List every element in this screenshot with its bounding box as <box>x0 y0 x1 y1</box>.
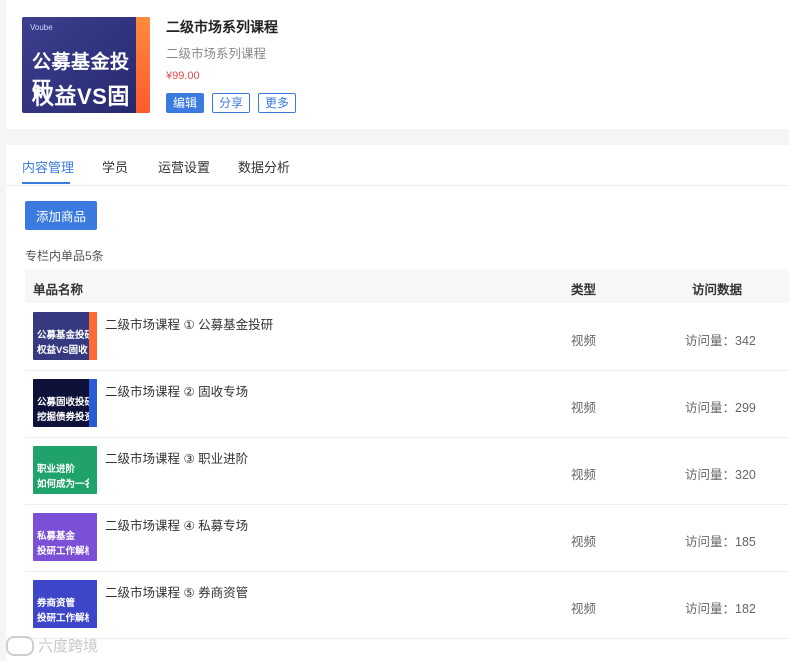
item-count: 专栏内单品5条 <box>25 249 104 263</box>
row-visits: 访问量：182 <box>685 602 756 616</box>
column-header-type: 类型 <box>571 283 597 297</box>
row-visits: 访问量：185 <box>685 535 756 549</box>
row-title[interactable]: 二级市场课程 ① 公募基金投研 <box>105 314 273 333</box>
row-thumbnail[interactable]: 券商资管投研工作解析 <box>33 580 97 628</box>
thumbnail-line1: 私募基金 <box>37 531 76 542</box>
row-title[interactable]: 二级市场课程 ② 固收专场 <box>105 381 248 400</box>
table-row[interactable]: 私募基金 投研工作解析 二级市场课程 ④ 私募专场 视频 访问量：185 <box>25 504 789 572</box>
thumbnail-line2: 如何成为一名基金经理 <box>37 479 97 490</box>
thumbnail-line2: 投研工作解析 <box>37 546 95 557</box>
thumbnail-line2: 权益VS固收 <box>37 345 88 356</box>
row-thumbnail[interactable]: 职业进阶如何成为一名基金经理 <box>33 446 97 494</box>
row-type: 视频 <box>571 535 597 549</box>
thumbnail-accent <box>89 580 97 628</box>
row-thumbnail[interactable]: 私募基金投研工作解析 <box>33 513 97 561</box>
row-thumbnail[interactable]: 公募基金投研 权益VS固收 <box>33 312 97 360</box>
row-type: 视频 <box>571 401 597 415</box>
tab-data-analysis[interactable]: 数据分析 <box>238 157 290 176</box>
more-button[interactable]: 更多 <box>258 93 297 113</box>
tab-content-management[interactable]: 内容管理 <box>22 157 74 176</box>
tab-bar: 内容管理 学员 运营设置 数据分析 <box>6 145 789 186</box>
course-cover-image[interactable]: Voube 公募基金投研 权益VS固收 <box>22 17 150 113</box>
add-product-button[interactable]: 添加商品 <box>25 201 97 230</box>
row-title[interactable]: 二级市场课程 ⑤ 券商资管 <box>105 582 248 601</box>
course-subtitle: 二级市场系列课程 <box>166 47 267 61</box>
thumbnail-line2: 投研工作解析 <box>37 613 95 624</box>
course-price: ¥99.00 <box>166 70 200 82</box>
row-visits: 访问量：320 <box>685 468 756 482</box>
table-row[interactable]: 券商资管 投研工作解析 二级市场课程 ⑤ 券商资管 视频 访问量：182 <box>25 571 789 639</box>
cover-accent-stripe <box>136 17 150 113</box>
row-thumbnail[interactable]: 公募固收投研挖掘债券投资之美 <box>33 379 97 427</box>
row-visits: 访问量：299 <box>685 401 756 415</box>
course-actions: 编辑 分享 更多 <box>166 93 297 113</box>
column-header-visits: 访问数据 <box>692 283 743 297</box>
thumbnail-line1: 公募固收投研 <box>37 397 95 408</box>
thumbnail-accent <box>89 379 97 427</box>
cover-line2: 权益VS固收 <box>32 84 130 109</box>
row-type: 视频 <box>571 468 597 482</box>
table-row[interactable]: 职业进阶如何成为一名基金经理二级市场课程 ③ 职业进阶视频访问量：320 <box>25 437 789 505</box>
tab-students[interactable]: 学员 <box>102 157 128 176</box>
share-button[interactable]: 分享 <box>212 93 251 113</box>
row-title[interactable]: 二级市场课程 ④ 私募专场 <box>105 515 248 534</box>
watermark-text: 六度跨境 <box>38 638 99 655</box>
thumbnail-line2: 挖掘债券投资之美 <box>37 412 97 423</box>
thumbnail-line1: 券商资管 <box>37 598 76 609</box>
cover-brand: Voube <box>30 23 53 32</box>
thumbnail-accent <box>89 513 97 561</box>
table-header: 单品名称 类型 访问数据 <box>25 269 789 303</box>
table-row[interactable]: 公募固收投研挖掘债券投资之美二级市场课程 ② 固收专场视频访问量：299 <box>25 370 789 438</box>
row-type: 视频 <box>571 602 597 616</box>
watermark-logo-icon <box>6 635 34 656</box>
thumbnail-line1: 公募基金投研 <box>37 330 95 341</box>
course-header: Voube 公募基金投研 权益VS固收 二级市场系列课程 二级市场系列课程 ¥9… <box>6 0 789 129</box>
row-type: 视频 <box>571 334 597 348</box>
row-visits: 访问量：342 <box>685 334 756 348</box>
course-title: 二级市场系列课程 <box>166 19 278 35</box>
active-tab-indicator <box>22 182 70 184</box>
table-row[interactable]: 公募基金投研 权益VS固收 二级市场课程 ① 公募基金投研 视频 访问量：342 <box>25 303 789 371</box>
content-panel: 内容管理 学员 运营设置 数据分析 添加商品 专栏内单品5条 单品名称 类型 访… <box>6 145 789 661</box>
thumbnail-line1: 职业进阶 <box>37 464 76 475</box>
edit-button[interactable]: 编辑 <box>166 93 205 113</box>
watermark: 六度跨境 <box>6 635 98 656</box>
thumbnail-accent <box>89 312 97 360</box>
row-title[interactable]: 二级市场课程 ③ 职业进阶 <box>105 448 248 467</box>
tab-operation-settings[interactable]: 运营设置 <box>158 157 210 176</box>
thumbnail-accent <box>89 446 97 494</box>
column-header-name: 单品名称 <box>33 283 84 297</box>
